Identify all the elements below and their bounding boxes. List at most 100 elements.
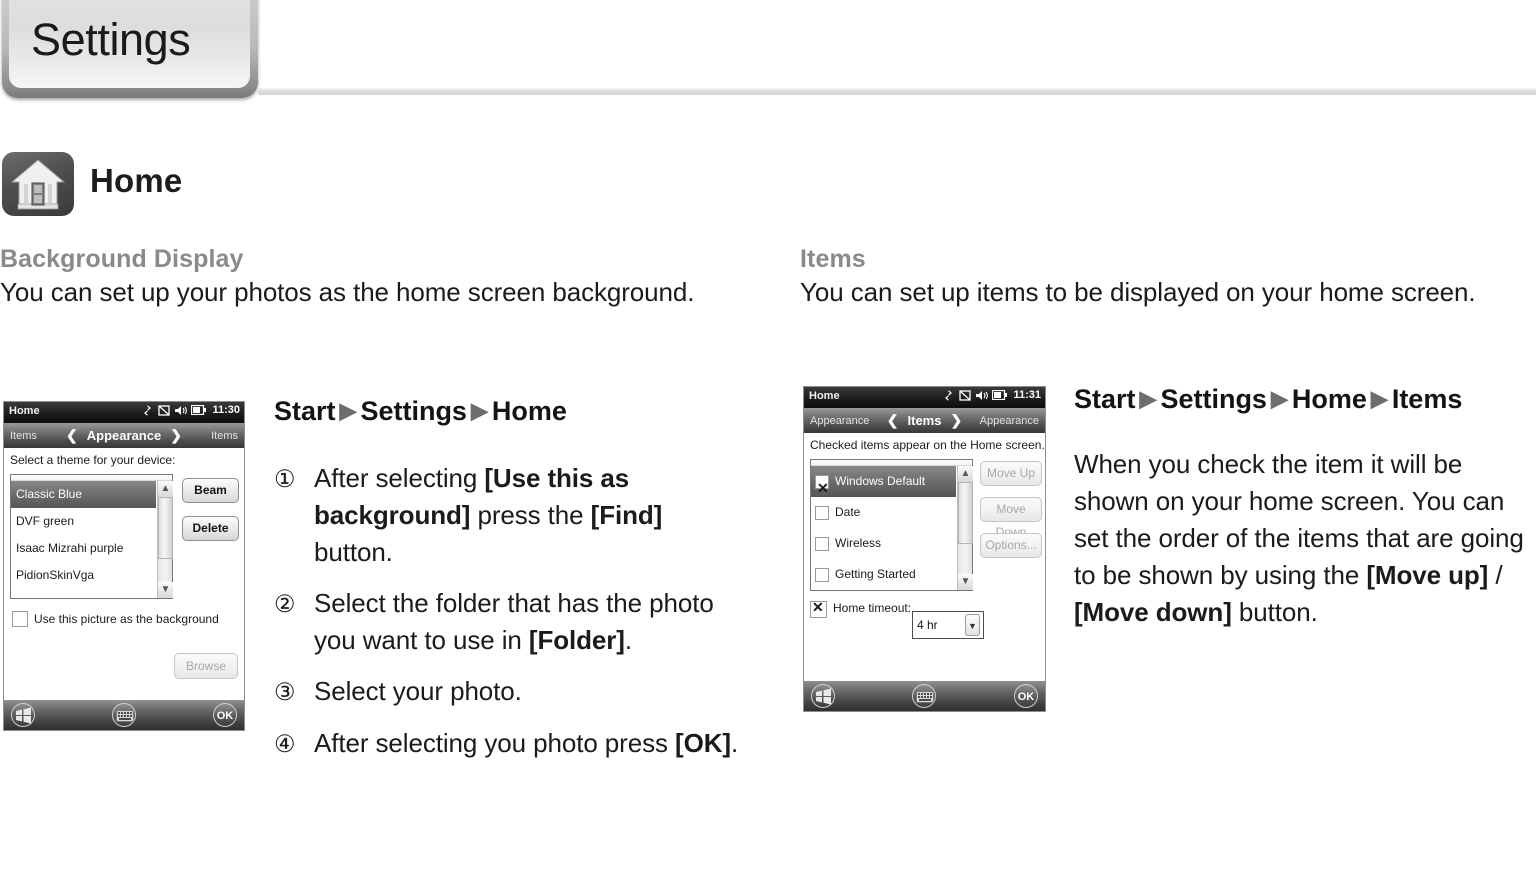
status-icons: 11:30 [141, 404, 240, 416]
item-checkbox[interactable] [815, 473, 829, 504]
step-number: ① [274, 466, 296, 493]
scroll-down-icon[interactable]: ▼ [958, 574, 973, 590]
device-taskbar: OK [804, 681, 1045, 711]
start-icon[interactable] [811, 684, 835, 708]
breadcrumb-segment[interactable]: Settings [1160, 384, 1267, 414]
right-column: Items You can set up items to be display… [800, 244, 1536, 310]
left-instructions: Start ▶ Settings ▶ Home ① After selecting [Us… [274, 394, 744, 777]
nav-back-arrow[interactable]: ❮ [57, 427, 87, 444]
start-icon[interactable] [11, 703, 35, 727]
instruction-step: ④ After selecting you photo press [OK]. [274, 725, 744, 763]
breadcrumb-separator-icon: ▶ [339, 398, 357, 423]
sync-icon [959, 389, 972, 401]
home-timeout-label: Home timeout: [833, 601, 912, 615]
right-subbody: You can set up items to be displayed on … [800, 277, 1476, 307]
right-breadcrumb: Start ▶ Settings ▶ Home ▶ Items [1074, 382, 1536, 416]
item-label: Getting Started [835, 567, 916, 581]
move-up-button[interactable]: Move Up [980, 461, 1042, 486]
breadcrumb-separator-icon: ▶ [1139, 386, 1157, 411]
connectivity-icon [142, 405, 154, 415]
breadcrumb-segment[interactable]: Settings [360, 396, 467, 426]
listbox-scrollbar[interactable]: ▲ ▼ [157, 481, 173, 598]
chevron-down-icon[interactable]: ▼ [965, 614, 980, 636]
device-nav-bar: Appearance ❮ Items ❯ Appearance [804, 408, 1045, 433]
home-timeout-row[interactable]: Home timeout: [810, 599, 912, 618]
items-listbox[interactable]: Windows Default Date Wireless Getting St… [810, 459, 973, 591]
nav-left-label[interactable]: Appearance [810, 415, 869, 427]
home-timeout-checkbox[interactable] [810, 599, 827, 618]
header-divider [258, 88, 1536, 95]
device-taskbar: OK [4, 700, 244, 730]
device-screenshot-appearance: Home 11:30 Items ❮ Appearance ❯ Items Se… [3, 401, 245, 731]
nav-right-label[interactable]: Items [211, 430, 238, 442]
home-icon [2, 152, 74, 216]
nav-left-label[interactable]: Items [10, 430, 37, 442]
nav-forward-arrow[interactable]: ❯ [161, 427, 191, 444]
delete-button[interactable]: Delete [182, 516, 239, 541]
breadcrumb-segment[interactable]: Start [274, 396, 336, 426]
ok-button[interactable]: OK [1014, 684, 1038, 708]
item-checkbox[interactable] [815, 567, 829, 582]
breadcrumb-segment[interactable]: Start [1074, 384, 1136, 414]
use-picture-checkbox-row[interactable]: Use this picture as the background [12, 611, 219, 627]
nav-forward-arrow[interactable]: ❯ [941, 412, 971, 429]
list-item[interactable]: Isaac Mizrahi purple [11, 535, 156, 562]
step-number: ④ [274, 731, 296, 758]
list-item[interactable]: Windows Default [811, 466, 956, 504]
items-hint-label: Checked items appear on the Home screen. [810, 438, 1045, 452]
scroll-up-icon[interactable]: ▲ [958, 466, 973, 482]
volume-icon [976, 390, 989, 400]
ok-button[interactable]: OK [213, 703, 237, 727]
scrollbar-thumb[interactable] [958, 482, 973, 544]
device-status-bar: Home 11:31 [804, 387, 1045, 408]
list-item[interactable]: Classic Blue [11, 481, 156, 508]
settings-tab[interactable]: Settings [2, 0, 258, 98]
step-number: ② [274, 591, 296, 618]
breadcrumb-segment[interactable]: Home [492, 396, 567, 426]
keyboard-icon[interactable] [112, 703, 136, 727]
scrollbar-thumb[interactable] [158, 497, 173, 559]
manual-page: Settings Home Background Display You can… [0, 0, 1536, 880]
item-label: Windows Default [835, 474, 926, 488]
left-breadcrumb: Start ▶ Settings ▶ Home [274, 394, 744, 428]
step-text: Select your photo. [314, 676, 522, 706]
ok-button-label: OK [216, 710, 234, 722]
list-item[interactable]: DVF green [11, 508, 156, 535]
move-down-button[interactable]: Move Down [980, 497, 1042, 539]
breadcrumb-segment[interactable]: Home [1292, 384, 1367, 414]
step-text: After selecting you photo press [OK]. [314, 728, 739, 758]
device-body: Select a theme for your device: Classic … [4, 448, 244, 700]
instruction-step: ② Select the folder that has the photo yo… [274, 585, 744, 659]
nav-right-label[interactable]: Appearance [980, 415, 1039, 427]
status-title: Home [9, 405, 40, 417]
breadcrumb-segment[interactable]: Items [1392, 384, 1463, 414]
step-text: Select the folder that has the photo you… [314, 588, 714, 655]
use-picture-checkbox[interactable] [12, 611, 28, 627]
step-number: ③ [274, 679, 296, 706]
item-checkbox[interactable] [815, 536, 829, 551]
nav-back-arrow[interactable]: ❮ [878, 412, 908, 429]
home-timeout-select[interactable]: 4 hr ▼ [912, 611, 984, 639]
theme-listbox[interactable]: Classic Blue DVF green Isaac Mizrahi pur… [10, 474, 173, 599]
status-time: 11:31 [1013, 389, 1041, 401]
beam-button[interactable]: Beam [182, 478, 239, 503]
sync-icon [158, 404, 171, 416]
list-item[interactable]: PidionSkinVga [11, 562, 156, 589]
right-paragraph: When you check the item it will be shown… [1074, 449, 1524, 627]
item-checkbox[interactable] [815, 505, 829, 520]
browse-button[interactable]: Browse [174, 653, 238, 679]
right-instructions: Start ▶ Settings ▶ Home ▶ Items When you check… [1074, 382, 1536, 631]
options-button[interactable]: Options... [980, 533, 1042, 558]
keyboard-icon[interactable] [912, 684, 936, 708]
list-item[interactable]: Date [811, 497, 956, 528]
list-item[interactable]: Wireless [811, 528, 956, 559]
left-subhead: Background Display [0, 245, 244, 273]
ok-button-label: OK [1017, 691, 1035, 703]
list-item[interactable]: Getting Started [811, 559, 956, 590]
scroll-down-icon[interactable]: ▼ [158, 582, 173, 598]
breadcrumb-separator-icon: ▶ [1370, 386, 1388, 411]
scroll-up-icon[interactable]: ▲ [158, 481, 173, 497]
nav-center-title: Appearance [86, 428, 162, 443]
step-text: After selecting [Use this as background]… [314, 463, 663, 567]
listbox-scrollbar[interactable]: ▲ ▼ [957, 466, 973, 590]
